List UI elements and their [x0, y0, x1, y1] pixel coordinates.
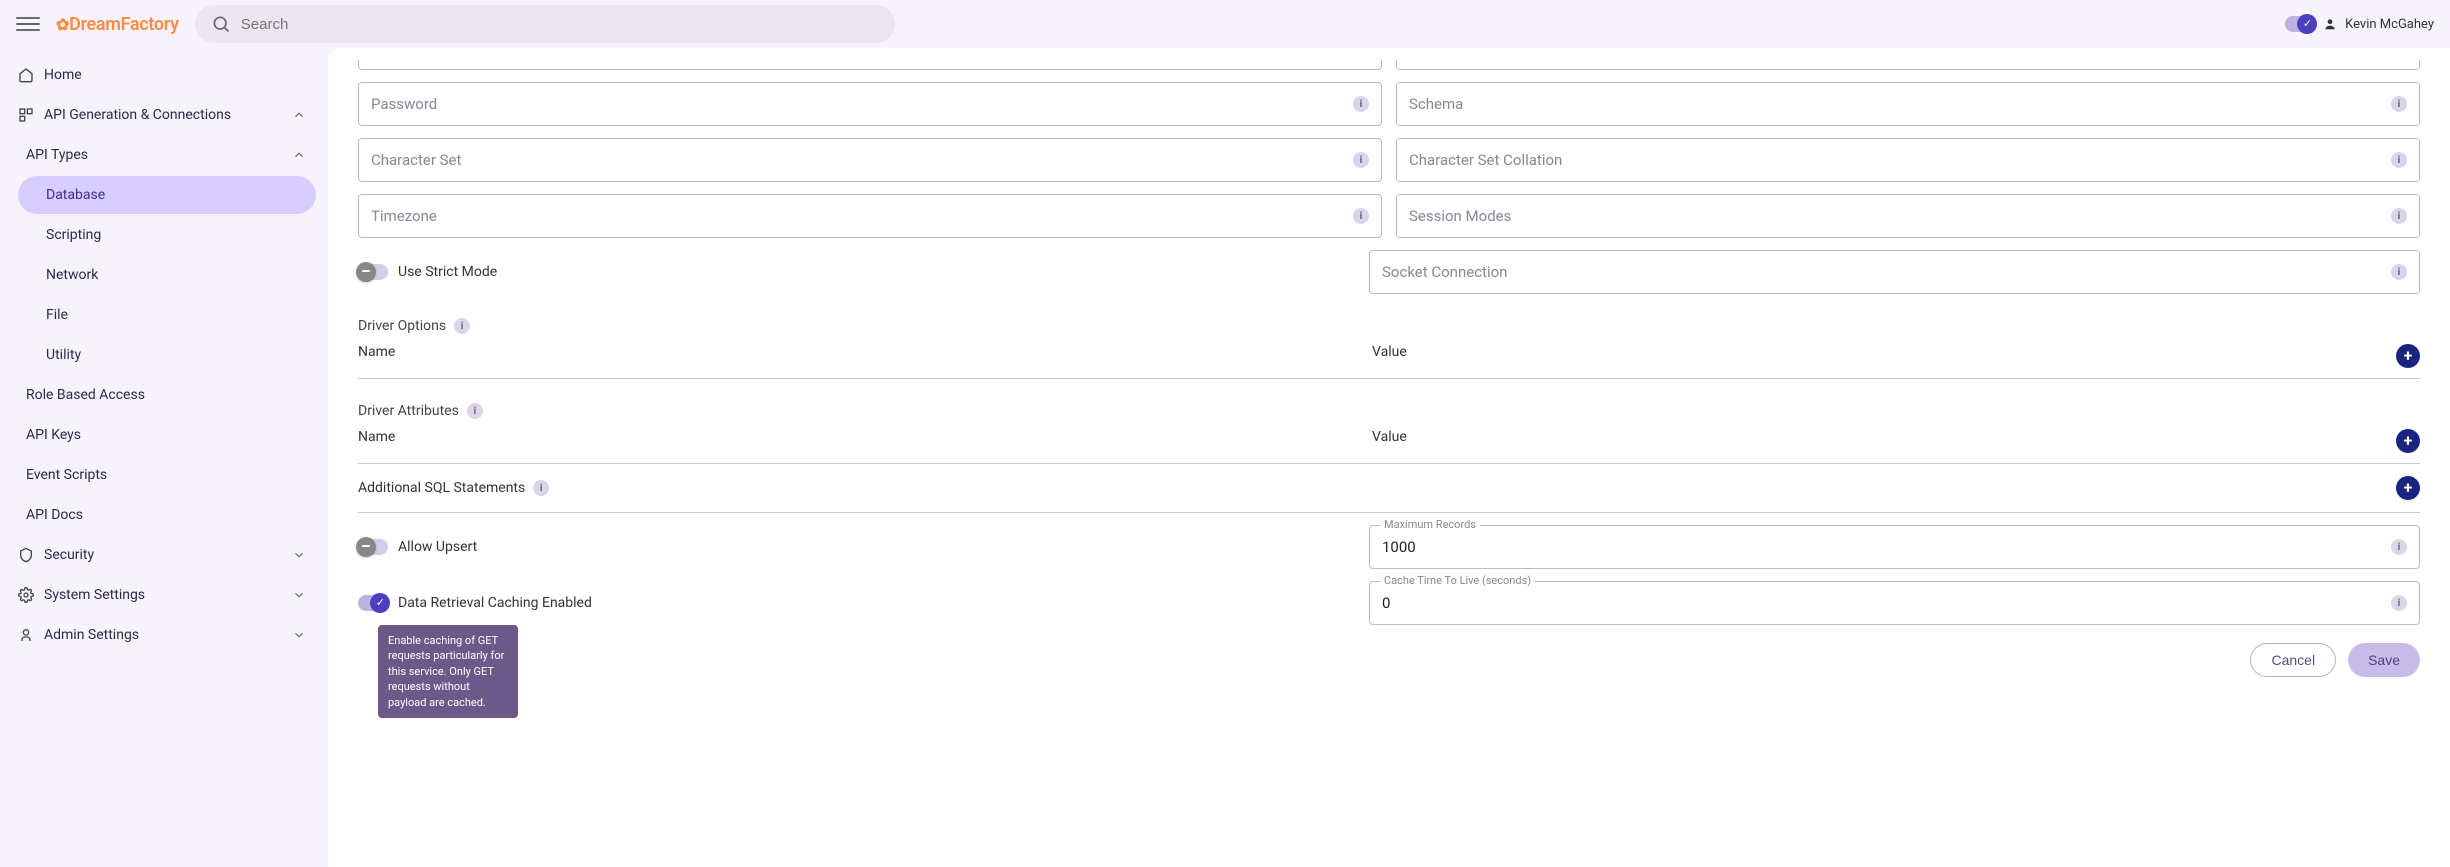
nav-admin-settings[interactable]: Admin Settings	[8, 616, 316, 654]
nav-home[interactable]: Home	[8, 56, 316, 94]
use-strict-row: Use Strict Mode	[358, 250, 1355, 294]
charset-field[interactable]: Character Set i	[358, 138, 1382, 182]
chevron-up-icon	[292, 148, 306, 162]
use-strict-toggle[interactable]	[358, 264, 388, 280]
nav-event-scripts[interactable]: Event Scripts	[8, 456, 316, 494]
caching-row: ✓ Data Retrieval Caching Enabled Enable …	[358, 581, 1355, 625]
info-icon[interactable]: i	[2391, 264, 2407, 280]
socket-connection-field[interactable]: Socket Connection i	[1369, 250, 2420, 294]
info-icon[interactable]: i	[1353, 208, 1369, 224]
chevron-down-icon	[292, 628, 306, 642]
driver-attributes-title: Driver Attributes i	[358, 403, 2420, 419]
timezone-field[interactable]: Timezone i	[358, 194, 1382, 238]
nav-security[interactable]: Security	[8, 536, 316, 574]
nav-rba[interactable]: Role Based Access	[8, 376, 316, 414]
caching-toggle[interactable]: ✓	[358, 595, 388, 611]
chevron-down-icon	[292, 548, 306, 562]
info-icon[interactable]: i	[467, 403, 483, 419]
user-name[interactable]: Kevin McGahey	[2345, 17, 2434, 32]
schema-field[interactable]: Schema i	[1396, 82, 2420, 126]
allow-upsert-row: Allow Upsert	[358, 525, 1355, 569]
info-icon[interactable]: i	[533, 480, 549, 496]
save-button[interactable]: Save	[2348, 643, 2420, 677]
main-form: Password i Schema i Character Set i Char…	[328, 48, 2450, 867]
use-strict-label: Use Strict Mode	[398, 264, 497, 280]
driver-options-header: Name Value	[358, 334, 2420, 379]
prev-field-right[interactable]	[1396, 60, 2420, 70]
cancel-button[interactable]: Cancel	[2250, 643, 2336, 677]
add-sql-button[interactable]	[2396, 476, 2420, 500]
col-value: Value	[1372, 344, 2386, 368]
nav-api-types[interactable]: API Types	[8, 136, 316, 174]
add-driver-attribute-button[interactable]	[2396, 429, 2420, 453]
info-icon[interactable]: i	[2391, 152, 2407, 168]
session-modes-field[interactable]: Session Modes i	[1396, 194, 2420, 238]
user-icon	[2323, 17, 2337, 31]
sidebar: Home API Generation & Connections API Ty…	[0, 48, 328, 867]
additional-sql-title: Additional SQL Statements	[358, 480, 525, 496]
info-icon[interactable]: i	[454, 318, 470, 334]
nav-scripting[interactable]: Scripting	[18, 216, 316, 254]
info-icon[interactable]: i	[2391, 595, 2407, 611]
search-input[interactable]	[241, 16, 879, 33]
col-value: Value	[1372, 429, 2386, 453]
caching-label: Data Retrieval Caching Enabled	[398, 595, 592, 611]
allow-upsert-toggle[interactable]	[358, 539, 388, 555]
nav-api-docs[interactable]: API Docs	[8, 496, 316, 534]
info-icon[interactable]: i	[2391, 539, 2407, 555]
chevron-up-icon	[292, 108, 306, 122]
col-name: Name	[358, 344, 1372, 368]
nav-database[interactable]: Database	[18, 176, 316, 214]
nav-system-settings[interactable]: System Settings	[8, 576, 316, 614]
nav-api-generation[interactable]: API Generation & Connections	[8, 96, 316, 134]
info-icon[interactable]: i	[1353, 152, 1369, 168]
cache-ttl-field[interactable]: Cache Time To Live (seconds) 0 i	[1369, 581, 2420, 625]
nav-api-keys[interactable]: API Keys	[8, 416, 316, 454]
driver-options-title: Driver Options i	[358, 318, 2420, 334]
info-icon[interactable]: i	[1353, 96, 1369, 112]
prev-field-left[interactable]	[358, 60, 1382, 70]
nav-file[interactable]: File	[18, 296, 316, 334]
allow-upsert-label: Allow Upsert	[398, 539, 477, 555]
max-records-value: 1000	[1382, 538, 1416, 556]
caching-tooltip: Enable caching of GET requests particula…	[378, 625, 518, 718]
hamburger-menu[interactable]	[16, 12, 40, 36]
password-field[interactable]: Password i	[358, 82, 1382, 126]
col-name: Name	[358, 429, 1372, 453]
info-icon[interactable]: i	[2391, 208, 2407, 224]
cache-ttl-value: 0	[1382, 594, 1390, 612]
search-bar[interactable]	[195, 5, 895, 43]
nav-utility[interactable]: Utility	[18, 336, 316, 374]
logo: ✿DreamFactory	[56, 14, 179, 35]
chevron-down-icon	[292, 588, 306, 602]
add-driver-option-button[interactable]	[2396, 344, 2420, 368]
driver-attributes-header: Name Value	[358, 419, 2420, 464]
search-icon	[211, 14, 231, 34]
charset-collation-field[interactable]: Character Set Collation i	[1396, 138, 2420, 182]
theme-toggle[interactable]: ✓	[2285, 16, 2315, 32]
max-records-field[interactable]: Maximum Records 1000 i	[1369, 525, 2420, 569]
nav-network[interactable]: Network	[18, 256, 316, 294]
info-icon[interactable]: i	[2391, 96, 2407, 112]
